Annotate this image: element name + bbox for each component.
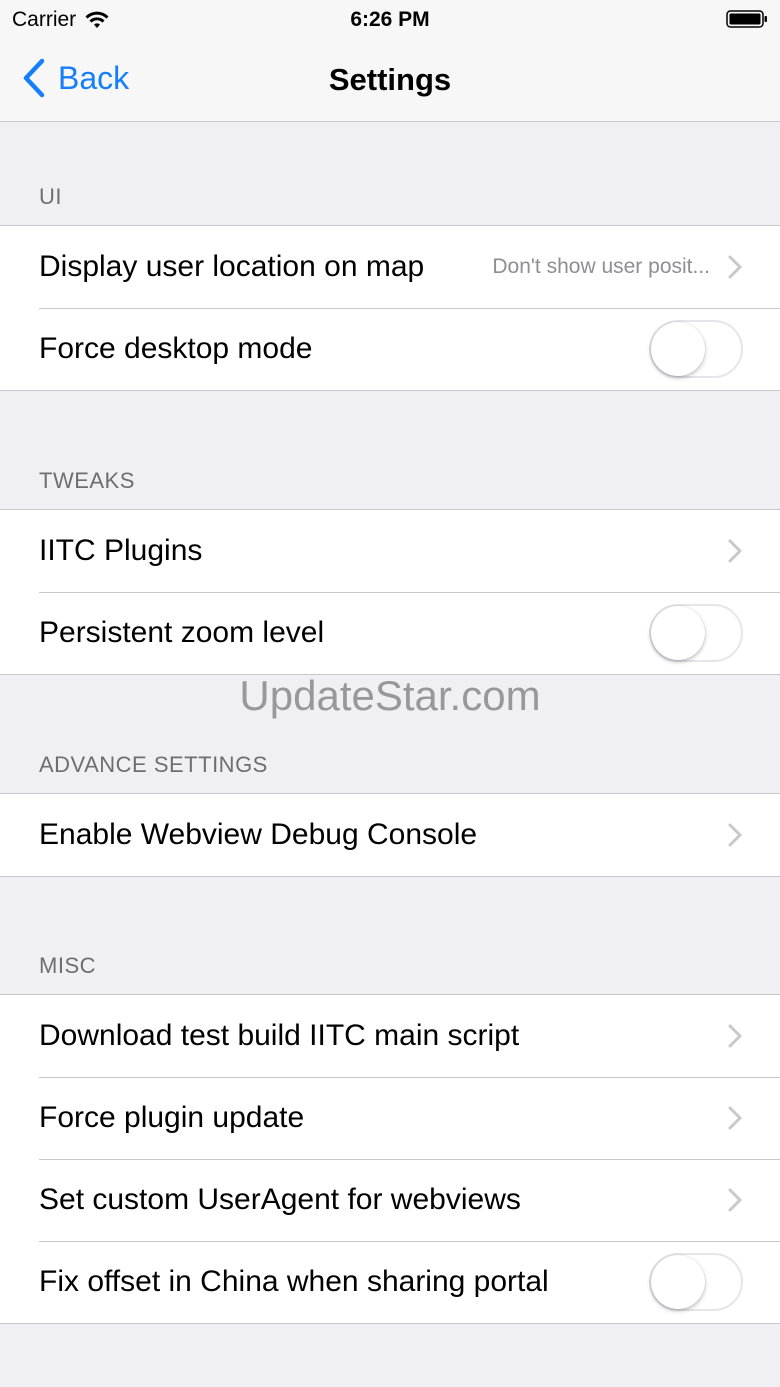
group-tweaks: IITC Plugins Persistent zoom level (0, 509, 780, 675)
section-header-advance-settings: ADVANCE SETTINGS (39, 752, 268, 777)
row-download-test-build[interactable]: Download test build IITC main script (0, 995, 780, 1077)
status-bar: Carrier 6:26 PM (0, 0, 780, 40)
row-iitc-plugins[interactable]: IITC Plugins (0, 510, 780, 592)
row-persistent-zoom-level: Persistent zoom level (0, 592, 780, 674)
row-force-plugin-update[interactable]: Force plugin update (0, 1077, 780, 1159)
section-header-ui: UI (39, 184, 62, 209)
row-fix-offset-china: Fix offset in China when sharing portal (0, 1241, 780, 1323)
row-detail-value: Don't show user posit... (492, 255, 710, 278)
chevron-right-icon (728, 255, 742, 279)
row-label: Download test build IITC main script (39, 1019, 520, 1052)
row-label: Display user location on map (39, 250, 425, 283)
row-label: Force plugin update (39, 1101, 305, 1134)
battery-icon (726, 10, 767, 28)
navigation-bar: Back Settings (0, 40, 780, 122)
row-label: IITC Plugins (39, 534, 203, 567)
row-label: Force desktop mode (39, 332, 313, 365)
section-header-tweaks: TWEAKS (39, 468, 135, 493)
section-header-misc: MISC (39, 953, 96, 978)
toggle-knob (651, 606, 705, 660)
row-label: Set custom UserAgent for webviews (39, 1183, 521, 1216)
row-label: Fix offset in China when sharing portal (39, 1265, 549, 1298)
row-label: Persistent zoom level (39, 616, 325, 649)
chevron-right-icon (728, 1024, 742, 1048)
row-set-custom-useragent[interactable]: Set custom UserAgent for webviews (0, 1159, 780, 1241)
chevron-right-icon (728, 1106, 742, 1130)
fix-offset-china-toggle[interactable] (649, 1253, 743, 1311)
status-time: 6:26 PM (350, 8, 430, 31)
row-label: Enable Webview Debug Console (39, 818, 478, 851)
force-desktop-mode-toggle[interactable] (649, 320, 743, 378)
chevron-right-icon (728, 1188, 742, 1212)
group-advance-settings: Enable Webview Debug Console (0, 793, 780, 877)
row-display-user-location[interactable]: Display user location on map Don't show … (0, 226, 780, 308)
toggle-knob (651, 1255, 705, 1309)
watermark-text: UpdateStar.com (239, 672, 541, 719)
persistent-zoom-level-toggle[interactable] (649, 604, 743, 662)
page-title: Settings (328, 62, 452, 97)
group-ui: Display user location on map Don't show … (0, 225, 780, 391)
group-misc: Download test build IITC main script For… (0, 994, 780, 1324)
chevron-right-icon (728, 823, 742, 847)
row-force-desktop-mode: Force desktop mode (0, 308, 780, 390)
toggle-knob (651, 322, 705, 376)
row-enable-webview-debug-console[interactable]: Enable Webview Debug Console (0, 794, 780, 876)
chevron-right-icon (728, 539, 742, 563)
